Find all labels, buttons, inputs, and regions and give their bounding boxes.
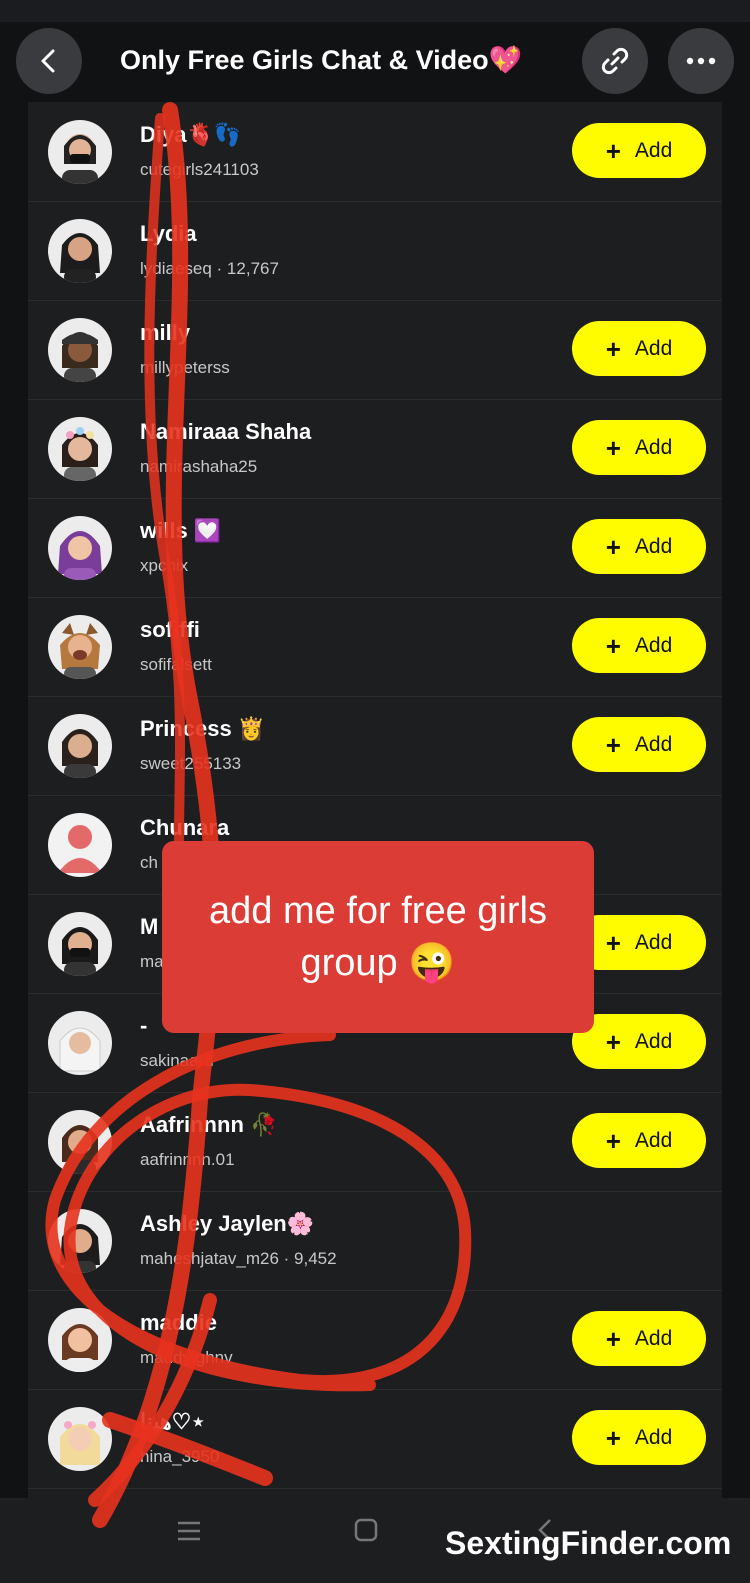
member-username: hina_3950 — [140, 1447, 220, 1466]
member-list: Diya🫀👣 cutegirls241103 + Add Lydia lydiae… — [28, 102, 722, 1498]
add-button[interactable]: + Add — [572, 1311, 706, 1366]
plus-icon: + — [605, 630, 621, 661]
member-name: Ashley Jaylen🌸 — [140, 1211, 315, 1236]
back-button[interactable] — [16, 28, 82, 94]
member-name: M — [140, 914, 159, 939]
plus-icon: + — [605, 1125, 621, 1156]
avatar — [48, 1308, 112, 1372]
link-icon — [601, 47, 629, 75]
share-link-button[interactable] — [582, 28, 648, 94]
more-button[interactable] — [668, 28, 734, 94]
list-item[interactable]: Diya🫀👣 cutegirls241103 + Add — [28, 102, 722, 202]
plus-icon: + — [605, 531, 621, 562]
member-username: cutegirls241103 — [140, 160, 259, 179]
avatar — [48, 318, 112, 382]
list-item[interactable]: Lydia lydiaeseq · 12,767 — [28, 201, 722, 301]
list-item[interactable]: Ashley Jaylen🌸 maheshjatav_m26 · 9,452 — [28, 1191, 722, 1291]
list-item[interactable]: Princess 👸 sweet255133 + Add — [28, 696, 722, 796]
member-username: ma — [140, 952, 164, 971]
add-button[interactable]: + Add — [572, 123, 706, 178]
list-item[interactable]: sofiffi sofifalsett + Add — [28, 597, 722, 697]
avatar — [48, 120, 112, 184]
list-item[interactable]: هينا♡⋆ hina_3950 + Add — [28, 1389, 722, 1489]
avatar — [48, 912, 112, 976]
member-name: Chunara — [140, 815, 230, 840]
chevron-left-icon — [41, 49, 55, 73]
default-avatar — [48, 813, 112, 877]
avatar — [48, 1407, 112, 1471]
list-item[interactable]: Namiraaa Shaha namirashaha25 + Add — [28, 399, 722, 499]
member-username: xpchix — [140, 556, 189, 575]
add-button[interactable]: + Add — [572, 519, 706, 574]
add-button[interactable]: + Add — [572, 420, 706, 475]
member-username: aafrinnnn.01 — [140, 1150, 235, 1169]
avatar — [48, 516, 112, 580]
add-button[interactable]: + Add — [572, 321, 706, 376]
add-button[interactable]: + Add — [572, 1410, 706, 1465]
plus-icon: + — [605, 333, 621, 364]
more-horizontal-icon — [686, 57, 716, 65]
plus-icon: + — [605, 135, 621, 166]
member-name: Namiraaa Shaha — [140, 419, 312, 444]
member-name: Aafrinnnn 🥀 — [140, 1112, 278, 1137]
member-username: lydiaeseq · 12,767 — [140, 259, 279, 278]
plus-icon: + — [605, 1323, 621, 1354]
member-name: Princess 👸 — [140, 716, 266, 741]
list-item[interactable]: wills 💟 xpchix + Add — [28, 498, 722, 598]
member-name: maddie — [140, 1310, 218, 1335]
member-name: milly — [140, 320, 191, 345]
member-username: millypeterss — [140, 358, 230, 377]
member-name: - — [140, 1013, 148, 1038]
avatar — [48, 417, 112, 481]
avatar — [48, 615, 112, 679]
member-name: Diya🫀👣 — [140, 122, 242, 147]
watermark: SextingFinder.com — [445, 1525, 732, 1561]
plus-icon: + — [605, 1026, 621, 1057]
member-name: Lydia — [140, 221, 197, 246]
add-button[interactable]: + Add — [572, 618, 706, 673]
avatar — [48, 219, 112, 283]
page-title: Only Free Girls Chat & Video💖 — [120, 45, 523, 75]
overlay-sticker-text: add me for free girls group 😜 — [162, 841, 594, 1033]
avatar — [48, 1011, 112, 1075]
home-icon[interactable] — [354, 1518, 378, 1542]
add-button[interactable]: + Add — [572, 1113, 706, 1168]
list-item[interactable]: Aafrinnnn 🥀 aafrinnnn.01 + Add — [28, 1092, 722, 1192]
member-username: ch — [140, 853, 158, 872]
plus-icon: + — [605, 1422, 621, 1453]
member-username: namirashaha25 — [140, 457, 258, 476]
member-name: sofiffi — [140, 617, 200, 642]
member-username: maddytghnv — [140, 1348, 233, 1367]
status-bar — [0, 0, 750, 22]
plus-icon: + — [605, 432, 621, 463]
list-item[interactable]: milly millypeterss + Add — [28, 300, 722, 400]
list-item[interactable]: maddie maddytghnv + Add — [28, 1290, 722, 1390]
avatar — [48, 714, 112, 778]
member-username: sofifalsett — [140, 655, 212, 674]
plus-icon: + — [605, 729, 621, 760]
member-username: maheshjatav_m26 · 9,452 — [140, 1249, 337, 1268]
avatar — [48, 1209, 112, 1273]
avatar — [48, 1110, 112, 1174]
add-button[interactable]: + Add — [572, 717, 706, 772]
member-username: sakinaard — [140, 1051, 214, 1070]
member-name: هينا♡⋆ — [140, 1409, 206, 1434]
member-username: sweet255133 — [140, 754, 242, 773]
recent-apps-icon[interactable] — [176, 1518, 202, 1544]
plus-icon: + — [605, 927, 621, 958]
member-name: wills 💟 — [140, 518, 222, 543]
